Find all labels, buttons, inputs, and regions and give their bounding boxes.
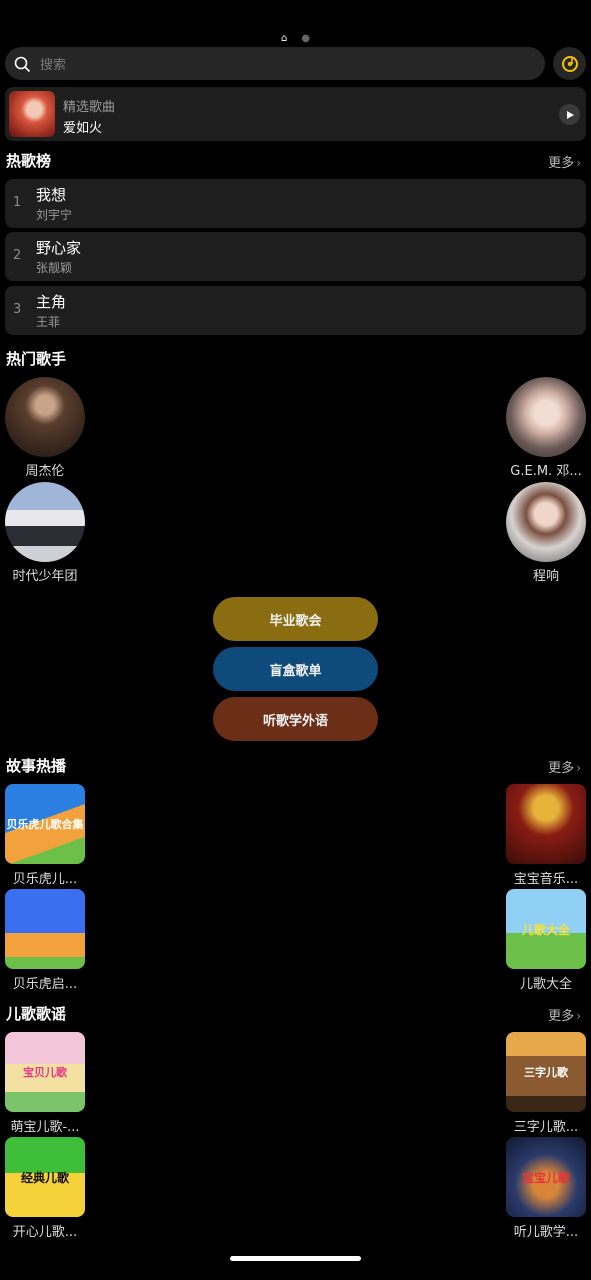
stories-more-link[interactable]: 更多 › — [548, 757, 581, 776]
kids-song-item[interactable]: 宝贝儿歌 萌宝儿歌-... — [0, 1032, 90, 1135]
search-placeholder: 搜索 — [40, 58, 67, 73]
chart-song-title: 我想 — [36, 186, 67, 204]
more-label: 更多 — [548, 156, 575, 171]
artist-name: 周杰伦 — [25, 464, 65, 479]
search-row: 搜索 — [5, 47, 586, 81]
featured-song-card[interactable]: 精选歌曲 爱如火 — [5, 87, 586, 141]
playlist-label: 听歌学外语 — [262, 713, 328, 729]
playlist-pill[interactable]: 盲盒歌单 — [213, 647, 378, 691]
kids-song-name: 开心儿歌... — [12, 1225, 78, 1240]
story-cover: 儿歌大全 — [506, 889, 586, 969]
story-item[interactable]: 宝宝音乐... — [501, 784, 591, 887]
chart-row[interactable]: 3 主角 王菲 — [5, 286, 586, 335]
play-button[interactable] — [559, 104, 580, 125]
artist-avatar — [506, 377, 586, 457]
playlist-label: 盲盒歌单 — [269, 663, 322, 679]
section-title-kids-songs: 儿歌歌谣 — [6, 1005, 67, 1023]
kids-song-item[interactable]: 三字儿歌 三字儿歌... — [501, 1032, 591, 1135]
playlist-pill[interactable]: 毕业歌会 — [213, 597, 378, 641]
chevron-right-icon: › — [576, 761, 581, 775]
cover-text: 贝乐虎儿歌合集 — [6, 818, 84, 831]
kids-song-name: 听儿歌学... — [513, 1225, 579, 1240]
search-input[interactable]: 搜索 — [5, 47, 545, 80]
story-item[interactable]: 儿歌大全 儿歌大全 — [501, 889, 591, 992]
kids-songs-more-link[interactable]: 更多 › — [548, 1005, 581, 1024]
story-item[interactable]: 贝乐虎启... — [0, 889, 90, 992]
story-name: 儿歌大全 — [519, 977, 572, 992]
featured-cover-image — [9, 91, 55, 137]
chart-song-title: 野心家 — [36, 239, 82, 257]
playlist-pill[interactable]: 听歌学外语 — [213, 697, 378, 741]
section-title-stories: 故事热播 — [6, 757, 67, 775]
section-title-hot-artists: 热门歌手 — [6, 350, 67, 368]
story-cover — [5, 889, 85, 969]
artist-avatar — [5, 377, 85, 457]
chart-song-title: 主角 — [36, 293, 67, 311]
kids-song-cover: 宝贝儿歌 — [5, 1032, 85, 1112]
featured-song-title: 爱如火 — [63, 121, 103, 136]
artist-item[interactable]: G.E.M. 邓... — [501, 377, 591, 479]
artist-avatar — [5, 482, 85, 562]
artist-name: 时代少年团 — [12, 569, 78, 584]
play-icon — [566, 110, 574, 119]
story-name: 贝乐虎儿... — [12, 872, 78, 887]
artist-item[interactable]: 程响 — [501, 482, 591, 584]
artist-item[interactable]: 时代少年团 — [0, 482, 90, 584]
story-name: 贝乐虎启... — [12, 977, 78, 992]
cover-text: 儿歌大全 — [521, 922, 570, 937]
more-label: 更多 — [548, 1009, 575, 1024]
chart-song-artist: 张靓颖 — [36, 261, 73, 275]
featured-label: 精选歌曲 — [63, 100, 116, 115]
artist-name: G.E.M. 邓... — [510, 464, 582, 479]
chart-song-artist: 刘宇宁 — [36, 208, 73, 222]
kids-song-cover: 经典儿歌 — [5, 1137, 85, 1217]
page-indicator: ⌂ ● — [0, 33, 591, 45]
story-cover — [506, 784, 586, 864]
chart-song-artist: 王菲 — [36, 315, 61, 329]
cover-text: 经典儿歌 — [20, 1170, 69, 1185]
chart-row[interactable]: 2 野心家 张靓颖 — [5, 232, 586, 281]
cover-text: 宝宝儿歌 — [521, 1170, 570, 1185]
search-icon — [14, 56, 30, 72]
kids-song-cover: 宝宝儿歌 — [506, 1137, 586, 1217]
story-cover: 贝乐虎儿歌合集 — [5, 784, 85, 864]
music-disc-icon — [561, 55, 578, 72]
chart-rank: 2 — [13, 248, 22, 263]
artist-item[interactable]: 周杰伦 — [0, 377, 90, 479]
story-item[interactable]: 贝乐虎儿歌合集 贝乐虎儿... — [0, 784, 90, 887]
chart-row[interactable]: 1 我想 刘宇宁 — [5, 179, 586, 228]
kids-song-name: 三字儿歌... — [513, 1120, 579, 1135]
hot-chart-more-link[interactable]: 更多 › — [548, 152, 581, 171]
kids-song-name: 萌宝儿歌-... — [10, 1120, 80, 1135]
chevron-right-icon: › — [576, 156, 581, 170]
playlist-label: 毕业歌会 — [269, 613, 322, 629]
kids-song-item[interactable]: 经典儿歌 开心儿歌... — [0, 1137, 90, 1240]
story-name: 宝宝音乐... — [513, 872, 579, 887]
chevron-right-icon: › — [576, 1009, 581, 1023]
chart-rank: 1 — [13, 195, 22, 210]
music-recognition-button[interactable] — [553, 47, 586, 80]
artist-name: 程响 — [532, 569, 559, 584]
artist-avatar — [506, 482, 586, 562]
user-icon[interactable]: ● — [301, 33, 310, 45]
home-indicator[interactable] — [230, 1256, 361, 1261]
kids-song-item[interactable]: 宝宝儿歌 听儿歌学... — [501, 1137, 591, 1240]
home-icon[interactable]: ⌂ — [281, 33, 287, 45]
section-title-hot-chart: 热歌榜 — [6, 152, 52, 170]
cover-text: 宝贝儿歌 — [23, 1066, 67, 1079]
chart-rank: 3 — [13, 302, 22, 317]
cover-text: 三字儿歌 — [524, 1066, 568, 1079]
kids-song-cover: 三字儿歌 — [506, 1032, 586, 1112]
more-label: 更多 — [548, 761, 575, 776]
